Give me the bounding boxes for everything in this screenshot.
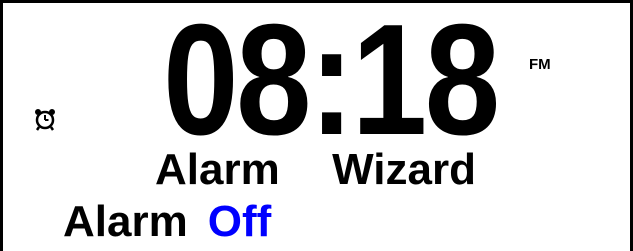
menu-title: Alarm Wizard <box>155 145 477 194</box>
alarm-clock-icon <box>35 109 55 131</box>
clock-period: FM <box>529 56 551 73</box>
clock-time: 08:18 <box>163 0 500 168</box>
setting-label: Alarm <box>63 197 188 246</box>
alarm-setting-row[interactable]: Alarm Off <box>63 197 271 247</box>
clock-display-screen: 08:18 FM Alarm Wizard Alarm Off <box>0 0 633 251</box>
setting-value[interactable]: Off <box>208 197 272 246</box>
